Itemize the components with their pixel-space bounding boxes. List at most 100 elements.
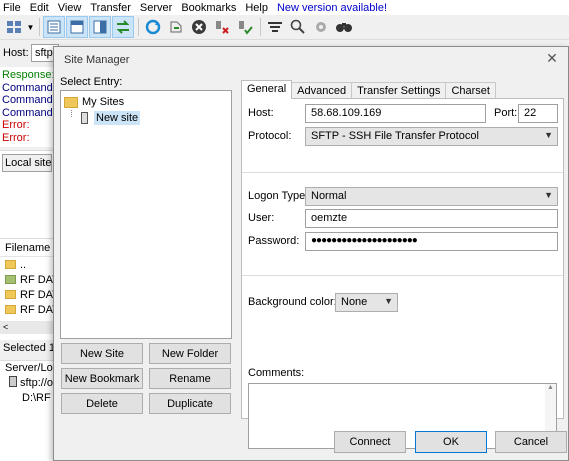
local-site-label[interactable]: Local site:: [2, 154, 52, 172]
transfer-queue: Server/Loca sftp://oe D:\RF D: [0, 360, 56, 461]
queue-column-header[interactable]: Server/Loca: [0, 361, 56, 376]
tree-item-my-sites[interactable]: My Sites: [64, 96, 124, 108]
chevron-left-icon[interactable]: <: [3, 322, 8, 332]
menu-bookmarks[interactable]: Bookmarks: [181, 2, 236, 14]
toolbar-separator: [138, 18, 139, 36]
tree-item-new-site[interactable]: New site: [81, 111, 141, 125]
server-icon: [9, 376, 17, 387]
connect-button[interactable]: Connect: [334, 431, 406, 453]
port-input[interactable]: 22: [518, 104, 558, 123]
quickconnect-host-label: Host:: [3, 47, 29, 59]
new-site-button[interactable]: New Site: [61, 343, 143, 364]
chevron-down-icon: ▼: [544, 190, 553, 200]
list-item[interactable]: RF DATA: [0, 302, 56, 317]
comments-label: Comments:: [248, 367, 305, 379]
close-icon[interactable]: ✕: [544, 50, 560, 67]
menu-help[interactable]: Help: [245, 2, 268, 14]
host-input[interactable]: 58.68.109.169: [305, 104, 486, 123]
menu-edit[interactable]: Edit: [30, 2, 49, 14]
chevron-up-icon[interactable]: ▲: [545, 384, 556, 391]
compare-icon[interactable]: [287, 16, 309, 38]
folder-icon: [5, 305, 16, 314]
rename-button[interactable]: Rename: [149, 368, 231, 389]
folder-icon: [5, 275, 16, 284]
protocol-label: Protocol:: [248, 130, 292, 142]
protocol-select[interactable]: SFTP - SSH File Transfer Protocol ▼: [305, 127, 558, 146]
disconnect-icon[interactable]: [211, 16, 233, 38]
dropdown-icon[interactable]: ▼: [26, 16, 35, 38]
toggle-remote-tree-icon[interactable]: [89, 16, 111, 38]
menu-file[interactable]: File: [3, 2, 21, 14]
tab-transfer-settings[interactable]: Transfer Settings: [351, 82, 447, 99]
message-log: Response: Command: Command: Command: Err…: [0, 67, 56, 147]
queue-server-row[interactable]: sftp://oe: [0, 376, 56, 391]
new-folder-button[interactable]: New Folder: [149, 343, 231, 364]
tree-item-label: My Sites: [82, 96, 125, 108]
toggle-log-icon[interactable]: [43, 16, 65, 38]
sync-browse-icon[interactable]: [310, 16, 332, 38]
divider: [242, 172, 563, 173]
log-line: Command:: [2, 81, 54, 94]
queue-file-row[interactable]: D:\RF D: [0, 391, 56, 406]
divider: [242, 275, 563, 276]
menu-transfer[interactable]: Transfer: [90, 2, 131, 14]
background-color-select[interactable]: None ▼: [335, 293, 398, 312]
file-name: ..: [20, 258, 27, 271]
site-manager-icon[interactable]: [3, 16, 25, 38]
logon-type-select[interactable]: Normal ▼: [305, 187, 558, 206]
file-name: RF DATA: [20, 288, 56, 301]
delete-button[interactable]: Delete: [61, 393, 143, 414]
menu-server[interactable]: Server: [140, 2, 172, 14]
toolbar-separator: [260, 18, 261, 36]
tab-general[interactable]: General: [241, 80, 293, 99]
logon-type-select-value: Normal: [311, 190, 347, 202]
folder-icon: [5, 260, 16, 269]
folder-icon: [5, 290, 16, 299]
list-item[interactable]: ..: [0, 257, 56, 272]
reconnect-icon[interactable]: [234, 16, 256, 38]
toggle-queue-icon[interactable]: [112, 16, 134, 38]
site-tree[interactable]: My Sites New site: [60, 90, 232, 339]
cancel-icon[interactable]: [188, 16, 210, 38]
refresh-icon[interactable]: [142, 16, 164, 38]
log-line: Command:: [2, 94, 54, 106]
tree-connector: [71, 110, 72, 117]
protocol-select-value: SFTP - SSH File Transfer Protocol: [311, 130, 479, 142]
logon-type-label: Logon Type:: [248, 190, 309, 202]
search-icon[interactable]: [333, 16, 355, 38]
chevron-down-icon: ▼: [384, 296, 393, 306]
filter-icon[interactable]: [264, 16, 286, 38]
process-queue-icon[interactable]: [165, 16, 187, 38]
new-bookmark-button[interactable]: New Bookmark: [61, 368, 143, 389]
select-entry-label: Select Entry:: [60, 76, 123, 88]
log-line: Command:: [2, 106, 54, 119]
port-label: Port:: [494, 107, 518, 119]
log-line: Response:: [2, 69, 54, 81]
menu-bar: File Edit View Transfer Server Bookmarks…: [0, 0, 569, 15]
tab-charset[interactable]: Charset: [445, 82, 496, 99]
log-line: Error:: [2, 119, 30, 131]
menu-new-version[interactable]: New version available!: [277, 2, 387, 14]
user-input[interactable]: oemzte: [305, 209, 558, 228]
tab-advanced[interactable]: Advanced: [291, 82, 353, 99]
menu-view[interactable]: View: [58, 2, 82, 14]
site-manager-dialog: Site Manager ✕ Select Entry: My Sites Ne…: [53, 46, 569, 461]
dialog-title: Site Manager: [64, 54, 130, 66]
user-label: User:: [248, 212, 275, 224]
cancel-button[interactable]: Cancel: [495, 431, 567, 453]
password-label: Password:: [248, 235, 300, 247]
background-color-select-value: None: [341, 296, 368, 308]
horizontal-scrollbar[interactable]: <: [0, 321, 56, 334]
settings-tabs: General Advanced Transfer Settings Chars…: [241, 80, 496, 99]
ok-button[interactable]: OK: [415, 431, 487, 453]
filename-column-header[interactable]: Filename: [0, 239, 56, 257]
password-input[interactable]: ●●●●●●●●●●●●●●●●●●●●●: [305, 232, 558, 251]
toggle-tree-icon[interactable]: [66, 16, 88, 38]
tree-item-label: New site: [94, 111, 141, 125]
background-color-label: Background color:: [248, 296, 337, 308]
list-item[interactable]: RF DATA: [0, 272, 56, 287]
server-icon: [81, 112, 88, 124]
local-site-panel: Local site:: [0, 150, 56, 240]
duplicate-button[interactable]: Duplicate: [149, 393, 231, 414]
list-item[interactable]: RF DATA: [0, 287, 56, 302]
